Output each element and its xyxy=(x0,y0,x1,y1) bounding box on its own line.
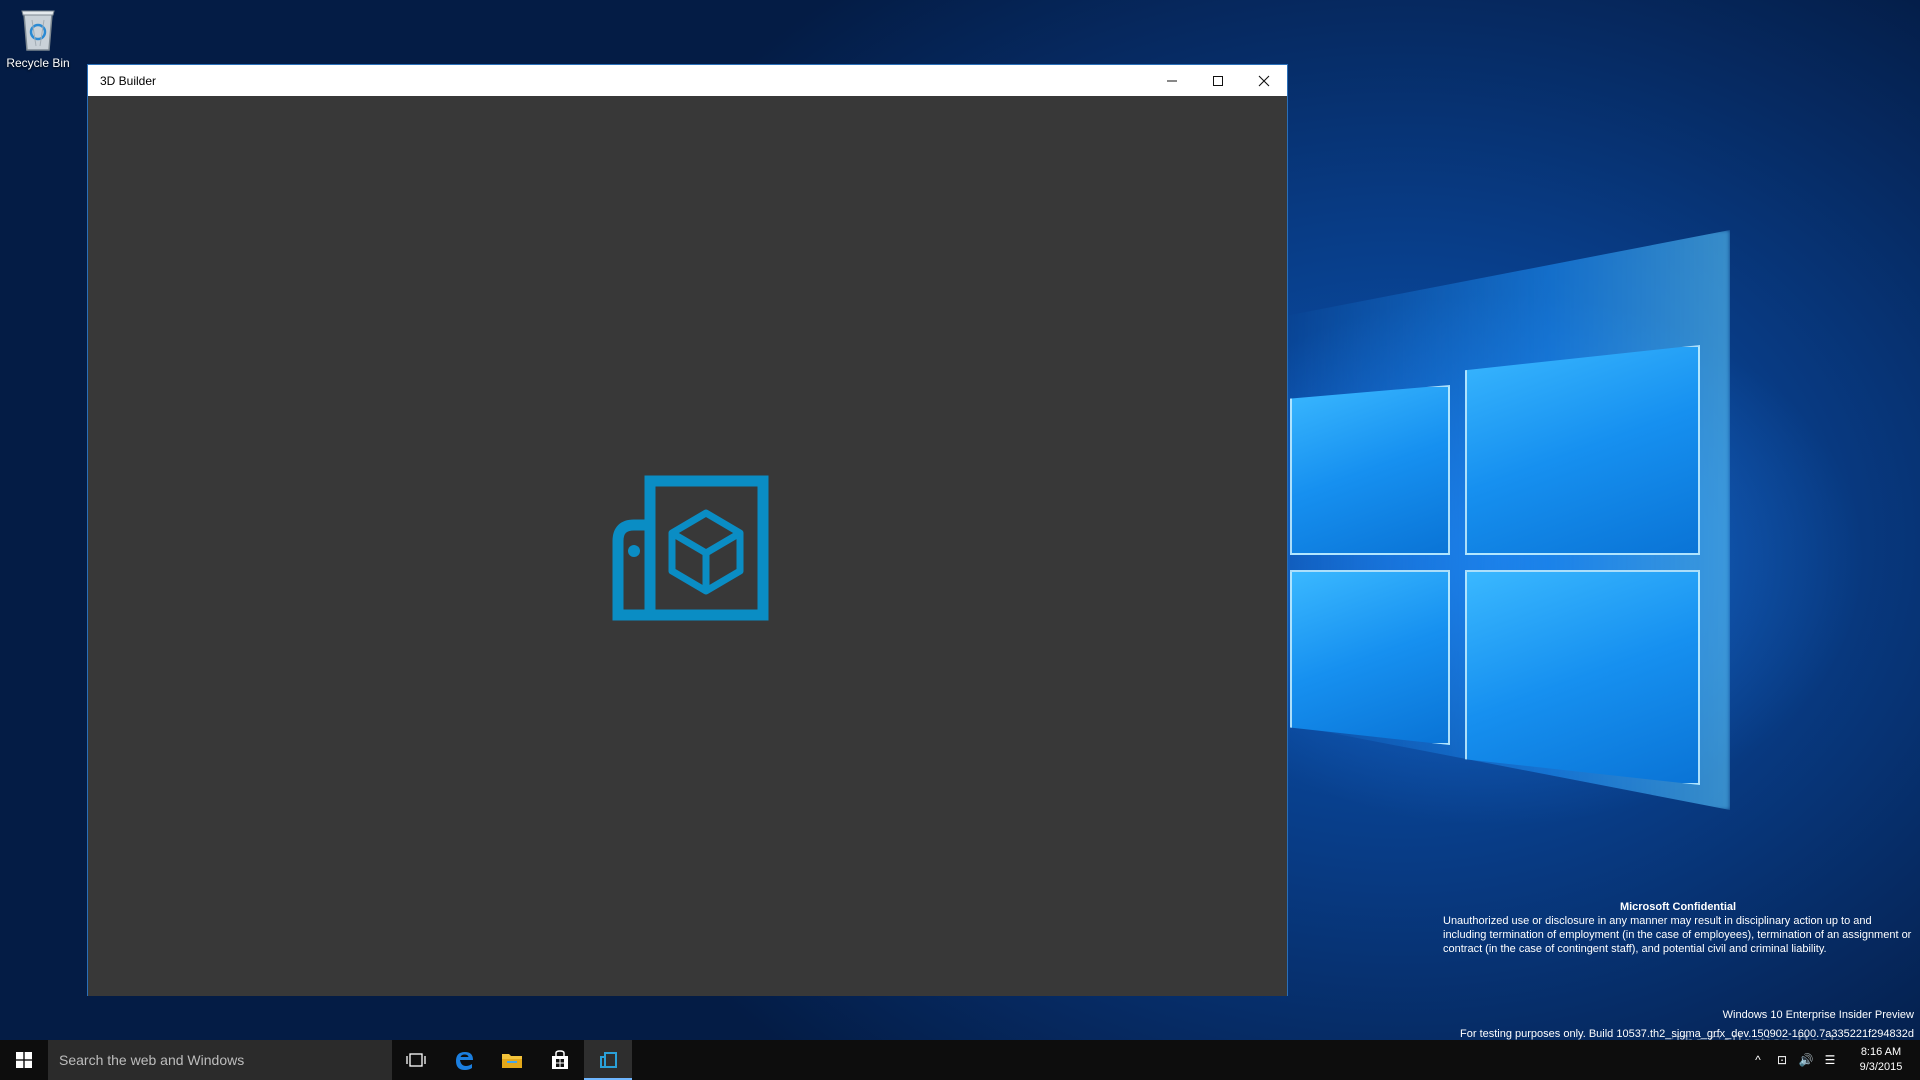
clock-date: 9/3/2015 xyxy=(1859,1061,1903,1073)
window-titlebar[interactable]: 3D Builder xyxy=(88,65,1287,96)
logo-pane xyxy=(1465,345,1700,555)
close-button[interactable] xyxy=(1241,65,1287,96)
store-bag-icon xyxy=(552,1050,568,1069)
app-window-3d-builder[interactable]: 3D Builder xyxy=(87,64,1288,996)
action-center-icon[interactable]: ☰ xyxy=(1818,1053,1842,1067)
app-splash-area xyxy=(88,96,1287,996)
notice-body: Unauthorized use or disclosure in any ma… xyxy=(1443,915,1912,955)
3d-builder-icon xyxy=(600,1052,617,1068)
system-tray: ^ ⊡ 🔊 ☰ 8:16 AM 9/3/2015 xyxy=(1746,1040,1920,1080)
taskbar-search-box[interactable]: Search the web and Windows xyxy=(48,1040,392,1080)
wallpaper-windows-logo xyxy=(1290,345,1710,785)
logo-pane xyxy=(1465,570,1700,785)
desktop-icon-label: Recycle Bin xyxy=(6,56,70,70)
notice-title: Microsoft Confidential xyxy=(1619,901,1737,913)
logo-pane xyxy=(1290,570,1450,745)
show-hidden-icons-button[interactable]: ^ xyxy=(1746,1053,1770,1067)
clock-time: 8:16 AM xyxy=(1860,1046,1902,1058)
window-title: 3D Builder xyxy=(100,73,157,88)
recycle-bin-icon xyxy=(18,6,58,52)
taskbar-clock[interactable]: 8:16 AM 9/3/2015 xyxy=(1842,1045,1920,1075)
edge-button[interactable] xyxy=(440,1040,488,1080)
start-button[interactable] xyxy=(0,1040,48,1080)
desktop: Recycle Bin 3D Builder Microsoft Confide… xyxy=(0,0,1920,1040)
maximize-icon xyxy=(1213,75,1223,86)
store-button[interactable] xyxy=(536,1040,584,1080)
3d-builder-taskbar-button[interactable] xyxy=(584,1040,632,1080)
task-view-button[interactable] xyxy=(392,1040,440,1080)
volume-icon[interactable]: 🔊 xyxy=(1794,1053,1818,1067)
logo-pane xyxy=(1290,385,1450,555)
edition-text: Windows 10 Enterprise Insider Preview xyxy=(1722,1009,1914,1021)
desktop-icon-recycle-bin[interactable]: Recycle Bin xyxy=(6,6,70,70)
windows-start-icon xyxy=(16,1052,32,1068)
network-icon[interactable]: ⊡ xyxy=(1770,1053,1794,1067)
file-explorer-button[interactable] xyxy=(488,1040,536,1080)
task-view-icon xyxy=(406,1053,426,1067)
maximize-button[interactable] xyxy=(1195,65,1241,96)
search-placeholder: Search the web and Windows xyxy=(59,1052,245,1068)
minimize-icon xyxy=(1167,80,1177,81)
minimize-button[interactable] xyxy=(1149,65,1195,96)
confidential-notice: Microsoft Confidential Unauthorized use … xyxy=(1443,900,1913,956)
taskbar: Search the web and Windows ^ ⊡ 🔊 ☰ 8:16 … xyxy=(0,1040,1920,1080)
close-icon xyxy=(1258,75,1270,86)
folder-icon xyxy=(502,1054,522,1068)
3d-builder-logo-icon xyxy=(612,475,769,621)
edge-icon xyxy=(456,1052,473,1070)
